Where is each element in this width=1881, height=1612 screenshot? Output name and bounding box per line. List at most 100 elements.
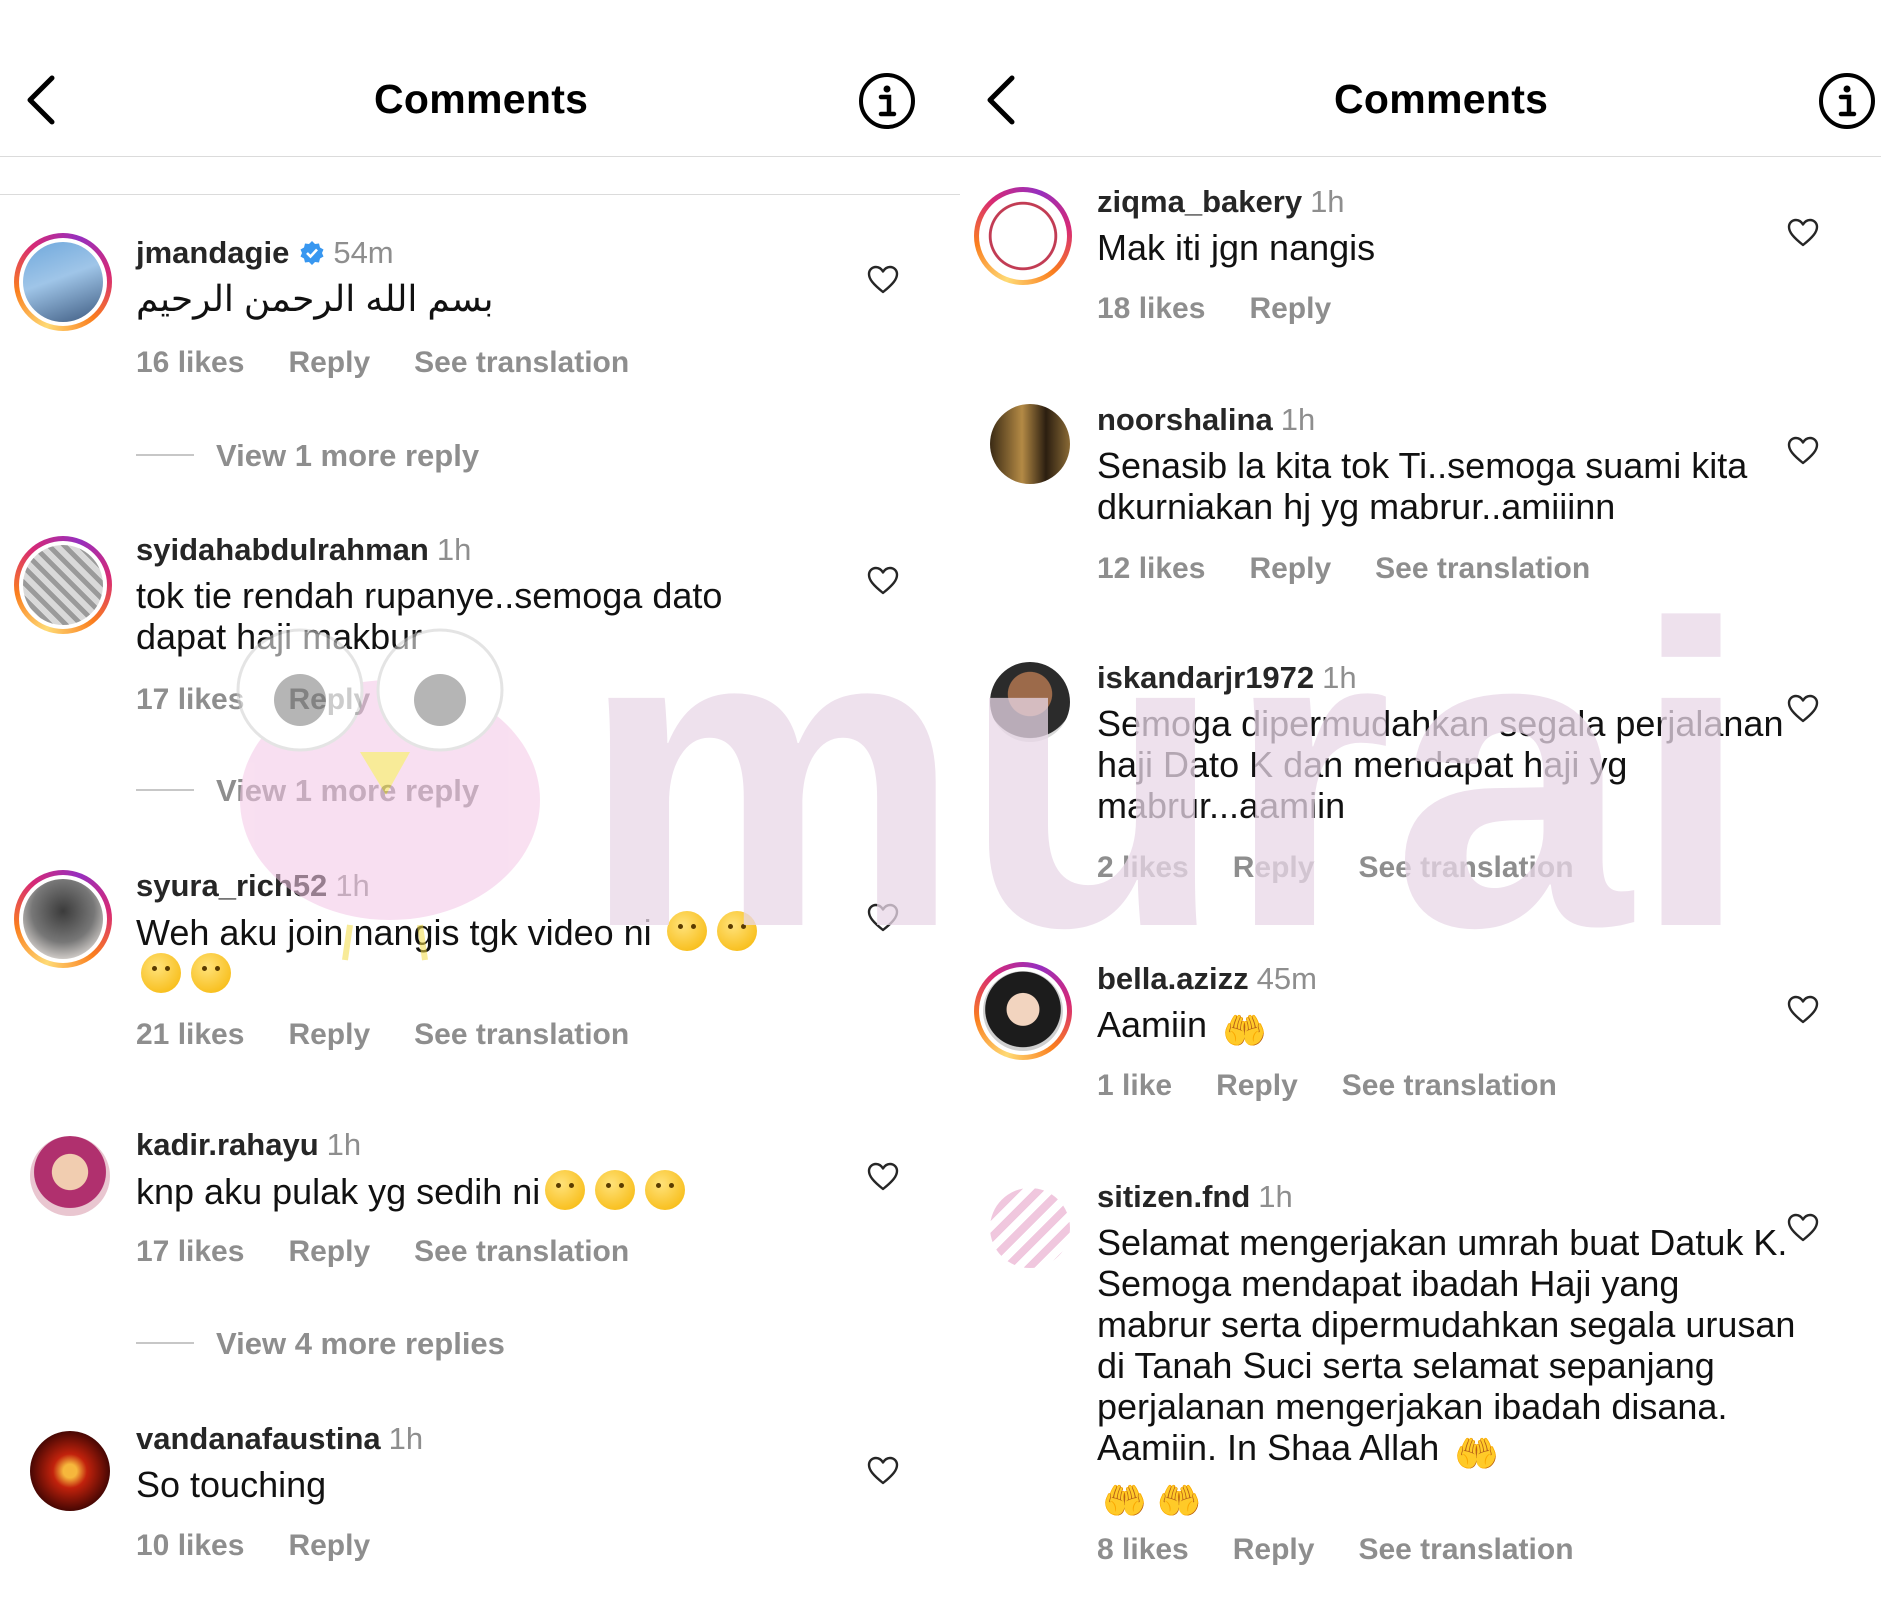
timestamp: 1h xyxy=(1280,402,1316,437)
username[interactable]: kadir.rahayu xyxy=(136,1127,319,1162)
comment-text: Selamat mengerjakan umrah buat Datuk K. … xyxy=(1097,1222,1796,1521)
username[interactable]: sitizen.fnd xyxy=(1097,1179,1250,1214)
see-translation-button[interactable]: See translation xyxy=(1375,552,1590,585)
likes-count[interactable]: 17 likes xyxy=(136,683,244,716)
comment-actions: 12 likes Reply See translation xyxy=(1097,552,1634,586)
reply-button[interactable]: Reply xyxy=(288,1529,370,1562)
heart-outline-icon[interactable] xyxy=(1787,694,1819,724)
see-translation-button[interactable]: See translation xyxy=(1358,1533,1573,1566)
comment-meta: bella.azizz 45m xyxy=(1097,959,1317,999)
username[interactable]: bella.azizz xyxy=(1097,961,1249,996)
comment-text: Senasib la kita tok Ti..semoga suami kit… xyxy=(1097,445,1748,527)
comment-meta: syura_rich52 1h xyxy=(136,866,370,906)
timestamp: 1h xyxy=(436,532,472,567)
username[interactable]: ziqma_bakery xyxy=(1097,184,1302,219)
username[interactable]: iskandarjr1972 xyxy=(1097,660,1314,695)
comment-meta: sitizen.fnd 1h xyxy=(1097,1177,1293,1217)
heart-outline-icon[interactable] xyxy=(867,1162,899,1192)
reply-button[interactable]: Reply xyxy=(288,346,370,379)
reply-button[interactable]: Reply xyxy=(1216,1069,1298,1102)
see-translation-button[interactable]: See translation xyxy=(414,346,629,379)
comment-text: Aamiin 🤲 xyxy=(1097,1004,1267,1051)
likes-count[interactable]: 17 likes xyxy=(136,1235,244,1268)
likes-count[interactable]: 21 likes xyxy=(136,1018,244,1051)
comments-header: Comments xyxy=(0,0,960,195)
likes-count[interactable]: 16 likes xyxy=(136,346,244,379)
avatar[interactable] xyxy=(974,962,1072,1060)
view-more-replies[interactable]: View 4 more replies xyxy=(136,1326,505,1362)
likes-count[interactable]: 8 likes xyxy=(1097,1533,1189,1566)
praying-hands-emoji: 🤲 xyxy=(1156,1480,1202,1521)
avatar[interactable] xyxy=(974,388,1072,486)
likes-count[interactable]: 1 like xyxy=(1097,1069,1172,1102)
timestamp: 1h xyxy=(335,868,370,903)
view-more-replies[interactable]: View 1 more reply xyxy=(136,773,479,809)
reply-button[interactable]: Reply xyxy=(1233,851,1315,884)
sad-emoji xyxy=(595,1170,636,1210)
username[interactable]: jmandagie xyxy=(136,235,289,270)
see-translation-button[interactable]: See translation xyxy=(1342,1069,1557,1102)
view-more-replies[interactable]: View 1 more reply xyxy=(136,438,479,474)
sad-emoji xyxy=(645,1170,686,1210)
comment-actions: 1 like Reply See translation xyxy=(1097,1069,1601,1103)
username[interactable]: syidahabdulrahman xyxy=(136,532,429,567)
back-chevron-icon[interactable] xyxy=(982,72,1022,128)
reply-button[interactable]: Reply xyxy=(288,683,370,716)
avatar[interactable] xyxy=(974,646,1072,744)
reply-button[interactable]: Reply xyxy=(288,1018,370,1051)
avatar[interactable] xyxy=(14,536,112,634)
comment-meta: kadir.rahayu 1h xyxy=(136,1125,361,1165)
heart-outline-icon[interactable] xyxy=(867,566,899,596)
header-divider xyxy=(0,156,960,157)
avatar[interactable] xyxy=(974,1172,1072,1270)
avatar[interactable] xyxy=(14,1415,112,1513)
praying-hands-emoji: 🤲 xyxy=(1454,1433,1500,1474)
comment-text: So touching xyxy=(136,1464,327,1505)
comment-meta: ziqma_bakery 1h xyxy=(1097,182,1345,222)
see-translation-button[interactable]: See translation xyxy=(414,1018,629,1051)
comment-text: Mak iti jgn nangis xyxy=(1097,227,1376,268)
verified-badge-icon xyxy=(300,241,324,265)
see-translation-button[interactable]: See translation xyxy=(414,1235,629,1268)
avatar[interactable] xyxy=(14,1120,112,1218)
heart-outline-icon[interactable] xyxy=(1787,436,1819,466)
reply-button[interactable]: Reply xyxy=(288,1235,370,1268)
reply-button[interactable]: Reply xyxy=(1233,1533,1315,1566)
heart-outline-icon[interactable] xyxy=(867,1456,899,1486)
left-comments-panel: Comments jmandagie 54m بسم الله الرحمن ال… xyxy=(0,0,960,1612)
username[interactable]: noorshalina xyxy=(1097,402,1273,437)
likes-count[interactable]: 2 likes xyxy=(1097,851,1189,884)
username[interactable]: vandanafaustina xyxy=(136,1421,381,1456)
timestamp: 54m xyxy=(333,235,394,270)
comment-text: Weh aku join nangis tgk video ni xyxy=(136,911,796,995)
reply-button[interactable]: Reply xyxy=(1249,552,1331,585)
comment-actions: 8 likes Reply See translation xyxy=(1097,1533,1618,1567)
see-translation-button[interactable]: See translation xyxy=(1358,851,1573,884)
crying-emoji xyxy=(716,911,757,951)
likes-count[interactable]: 18 likes xyxy=(1097,292,1205,325)
back-chevron-icon[interactable] xyxy=(22,72,62,128)
likes-count[interactable]: 10 likes xyxy=(136,1529,244,1562)
comment-actions: 21 likes Reply See translation xyxy=(136,1018,673,1052)
avatar[interactable] xyxy=(14,233,112,331)
avatar[interactable] xyxy=(14,870,112,968)
info-icon[interactable] xyxy=(858,72,916,130)
heart-outline-icon[interactable] xyxy=(1787,1213,1819,1243)
likes-count[interactable]: 12 likes xyxy=(1097,552,1205,585)
comment-actions: 17 likes Reply xyxy=(136,683,414,717)
heart-outline-icon[interactable] xyxy=(1787,218,1819,248)
heart-outline-icon[interactable] xyxy=(867,903,899,933)
info-icon[interactable] xyxy=(1818,72,1876,130)
heart-outline-icon[interactable] xyxy=(867,265,899,295)
comment-text: knp aku pulak yg sedih ni xyxy=(136,1170,796,1212)
comment-actions: 2 likes Reply See translation xyxy=(1097,851,1618,885)
comment-text: بسم الله الرحمن الرحيم xyxy=(136,278,494,319)
comments-header: Comments xyxy=(960,0,1881,157)
username[interactable]: syura_rich52 xyxy=(136,868,327,903)
section-divider xyxy=(0,194,960,195)
comment-meta: jmandagie 54m xyxy=(136,233,394,273)
avatar[interactable] xyxy=(974,187,1072,285)
heart-outline-icon[interactable] xyxy=(1787,995,1819,1025)
reply-button[interactable]: Reply xyxy=(1249,292,1331,325)
timestamp: 1h xyxy=(1322,660,1357,695)
